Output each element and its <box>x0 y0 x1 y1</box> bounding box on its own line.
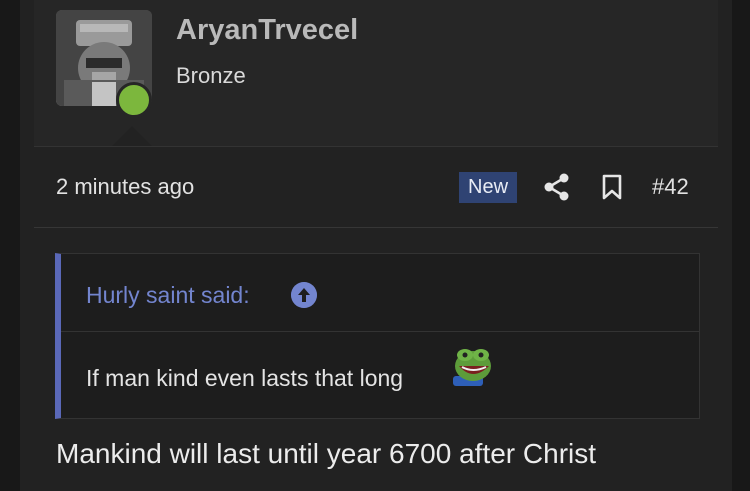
share-icon[interactable] <box>544 173 570 201</box>
pepe-laugh-emoji <box>453 349 491 386</box>
username-link[interactable]: AryanTrvecel <box>176 14 358 47</box>
post: AryanTrvecel Bronze 2 minutes ago New #4… <box>20 0 732 491</box>
user-panel-arrow <box>112 126 152 146</box>
quote-author-link[interactable]: Hurly saint said: <box>86 282 250 309</box>
bookmark-icon[interactable] <box>601 174 623 200</box>
online-status-indicator <box>116 82 152 118</box>
post-meta-bar: 2 minutes ago New #42 <box>34 165 718 228</box>
quote-body: If man kind even lasts that long <box>61 332 699 418</box>
user-title: Bronze <box>176 63 246 88</box>
post-number-link[interactable]: #42 <box>652 174 689 200</box>
post-message: Mankind will last until year 6700 after … <box>56 438 597 469</box>
user-panel: AryanTrvecel Bronze <box>34 0 718 147</box>
quote-block: Hurly saint said: If man kind even lasts… <box>55 253 700 419</box>
quote-header: Hurly saint said: <box>61 254 699 332</box>
new-badge: New <box>459 172 518 203</box>
post-timestamp[interactable]: 2 minutes ago <box>56 174 194 200</box>
quote-text: If man kind even lasts that long <box>86 365 404 391</box>
avatar[interactable] <box>56 10 152 118</box>
arrow-up-circle-icon[interactable] <box>291 282 317 308</box>
